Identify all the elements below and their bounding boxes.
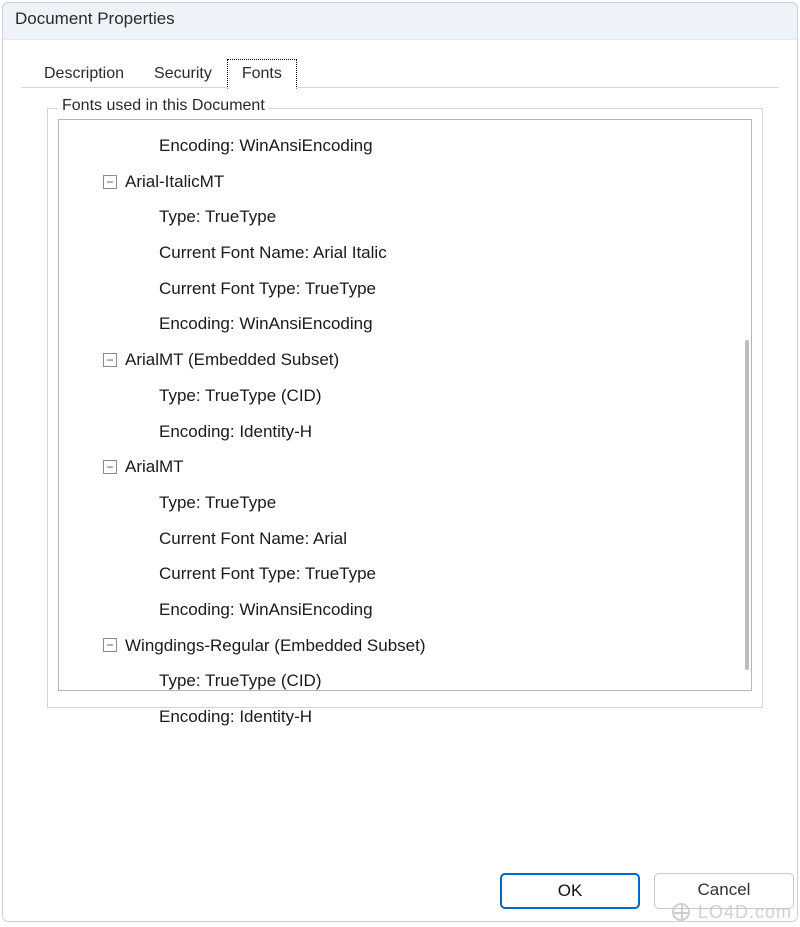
tab-security[interactable]: Security	[139, 59, 227, 88]
scrollbar-thumb[interactable]	[745, 340, 749, 670]
dialog-title: Document Properties	[3, 3, 797, 40]
fonts-used-legend: Fonts used in this Document	[58, 97, 269, 115]
tree-detail[interactable]: Type: TrueType	[63, 485, 751, 521]
collapse-icon[interactable]: −	[103, 638, 117, 652]
document-properties-dialog: Document Properties Description Security…	[2, 2, 798, 922]
tree-node-arialmt[interactable]: − ArialMT	[63, 449, 751, 485]
tree-node-wingdings-regular[interactable]: − Wingdings-Regular (Embedded Subset)	[63, 628, 751, 664]
tree-node-arial-italicmt[interactable]: − Arial-ItalicMT	[63, 164, 751, 200]
fonts-used-group: Fonts used in this Document Encoding: Wi…	[47, 108, 763, 708]
tree-node-label: ArialMT	[125, 449, 184, 485]
tree-detail[interactable]: Current Font Name: Arial Italic	[63, 235, 751, 271]
cancel-button[interactable]: Cancel	[654, 873, 794, 909]
tree-detail[interactable]: Type: TrueType	[63, 199, 751, 235]
font-tree[interactable]: Encoding: WinAnsiEncoding − Arial-Italic…	[63, 128, 751, 735]
dialog-button-row: OK Cancel	[500, 873, 794, 909]
tree-node-label: Wingdings-Regular (Embedded Subset)	[125, 628, 426, 664]
tab-fonts[interactable]: Fonts	[227, 59, 297, 89]
tab-underline	[21, 87, 779, 88]
tree-detail[interactable]: Encoding: WinAnsiEncoding	[63, 592, 751, 628]
tree-detail[interactable]: Current Font Name: Arial	[63, 521, 751, 557]
tree-detail[interactable]: Encoding: Identity-H	[63, 699, 751, 735]
tree-detail[interactable]: Encoding: WinAnsiEncoding	[63, 306, 751, 342]
tree-detail[interactable]: Encoding: Identity-H	[63, 414, 751, 450]
tree-detail[interactable]: Type: TrueType (CID)	[63, 378, 751, 414]
collapse-icon[interactable]: −	[103, 353, 117, 367]
collapse-icon[interactable]: −	[103, 460, 117, 474]
tree-detail[interactable]: Type: TrueType (CID)	[63, 663, 751, 699]
ok-button[interactable]: OK	[500, 873, 640, 909]
tree-node-label: ArialMT (Embedded Subset)	[125, 342, 339, 378]
tree-node-arialmt-embedded[interactable]: − ArialMT (Embedded Subset)	[63, 342, 751, 378]
tabs-strip: Description Security Fonts	[21, 58, 779, 88]
collapse-icon[interactable]: −	[103, 175, 117, 189]
font-tree-box: Encoding: WinAnsiEncoding − Arial-Italic…	[58, 119, 752, 691]
tab-description[interactable]: Description	[29, 59, 139, 88]
tree-node-label: Arial-ItalicMT	[125, 164, 224, 200]
tree-detail[interactable]: Current Font Type: TrueType	[63, 556, 751, 592]
fonts-panel: Fonts used in this Document Encoding: Wi…	[47, 108, 763, 708]
tree-detail[interactable]: Current Font Type: TrueType	[63, 271, 751, 307]
tree-detail[interactable]: Encoding: WinAnsiEncoding	[63, 128, 751, 164]
